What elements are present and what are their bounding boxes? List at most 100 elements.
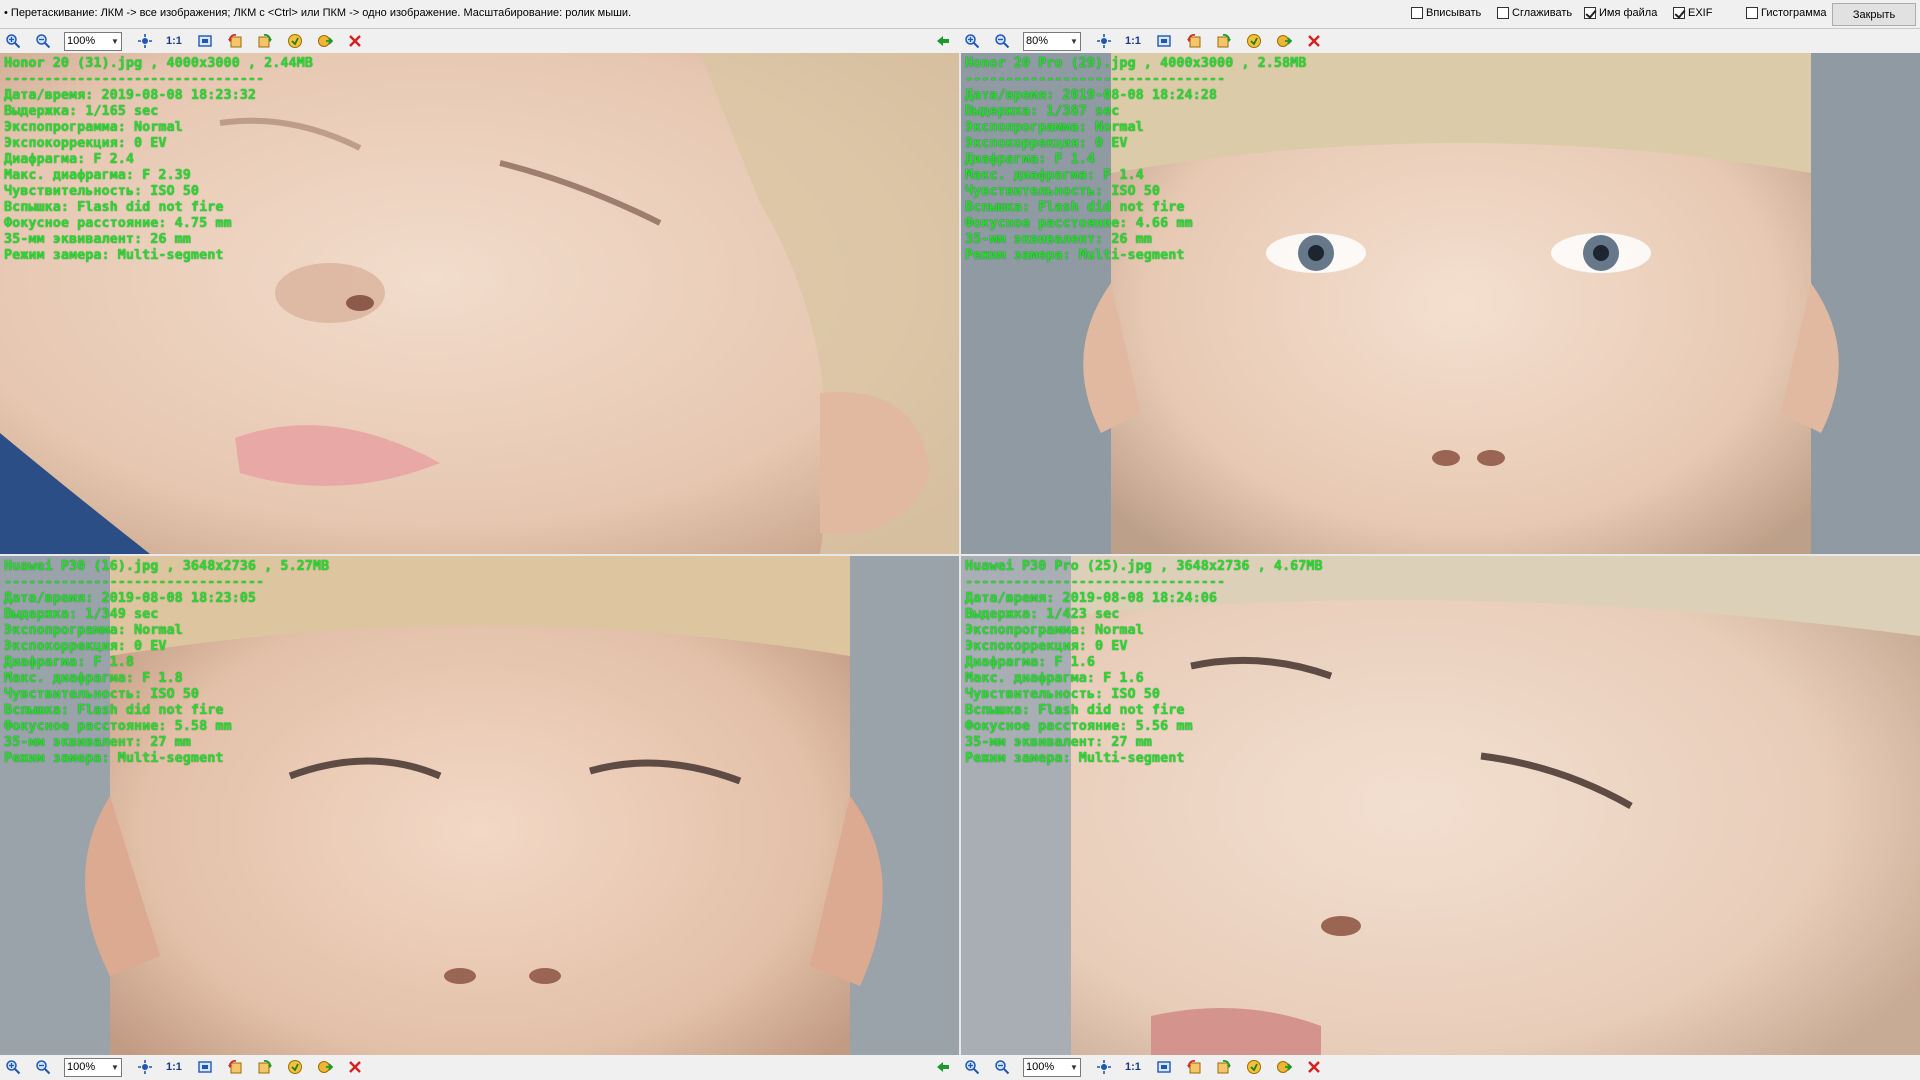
copy-icon[interactable]	[1275, 32, 1293, 50]
zoom-out-icon[interactable]	[993, 32, 1011, 50]
top-bar: • Перетаскивание: ЛКМ -> все изображения…	[0, 0, 1920, 29]
rotate-left-icon[interactable]	[226, 1058, 244, 1076]
exif-separator: --------------------------------	[4, 574, 265, 590]
save-icon[interactable]	[286, 32, 304, 50]
zoom-out-icon[interactable]	[34, 32, 52, 50]
exif-line: 35-мм эквивалент: 26 mm	[965, 231, 1152, 247]
image-pane-honor20pro[interactable]: Honor 20 Pro (29).jpg , 4000x3000 , 2.58…	[961, 53, 1920, 554]
histogram-checkbox[interactable]: Гистограмма	[1746, 7, 1827, 19]
image-pane-honor20[interactable]: Honor 20 (31).jpg , 4000x3000 , 2.44MB --…	[0, 53, 959, 554]
actual-size-button[interactable]: 1:1	[1125, 1061, 1141, 1073]
file-info-header: Huawei P30 Pro (25).jpg , 3648x2736 , 4.…	[965, 558, 1323, 574]
zoom-select[interactable]: 100% ▼	[1023, 1057, 1081, 1077]
zoom-in-icon[interactable]	[4, 1058, 22, 1076]
actual-size-button[interactable]: 1:1	[166, 35, 182, 47]
image-pane-huaweip30pro[interactable]: Huawei P30 Pro (25).jpg , 3648x2736 , 4.…	[961, 556, 1920, 1055]
filename-checkbox[interactable]: Имя файла	[1584, 7, 1657, 19]
save-icon[interactable]	[1245, 1058, 1263, 1076]
chevron-down-icon[interactable]: ▼	[1068, 1059, 1080, 1076]
exif-line: 35-мм эквивалент: 27 mm	[4, 734, 191, 750]
zoom-value: 100%	[67, 35, 96, 47]
exif-overlay: Honor 20 Pro (29).jpg , 4000x3000 , 2.58…	[965, 55, 1306, 263]
sync-arrow-icon[interactable]	[935, 1059, 951, 1075]
rotate-left-icon[interactable]	[1185, 1058, 1203, 1076]
save-icon[interactable]	[286, 1058, 304, 1076]
exif-separator: --------------------------------	[965, 71, 1226, 87]
zoom-select[interactable]: 100% ▼	[64, 31, 122, 51]
chevron-down-icon[interactable]: ▼	[109, 33, 121, 50]
exif-line: Режим замера: Multi-segment	[965, 247, 1185, 263]
exif-overlay: Honor 20 (31).jpg , 4000x3000 , 2.44MB --…	[4, 55, 313, 263]
sync-arrow-icon[interactable]	[935, 33, 951, 49]
zoom-out-icon[interactable]	[34, 1058, 52, 1076]
exif-line: Диафрагма: F 1.6	[965, 654, 1096, 670]
exif-line: Выдержка: 1/387 sec	[965, 103, 1120, 119]
fullscreen-icon[interactable]	[1155, 32, 1173, 50]
zoom-select[interactable]: 80% ▼	[1023, 31, 1081, 51]
fullscreen-icon[interactable]	[1155, 1058, 1173, 1076]
copy-icon[interactable]	[316, 1058, 334, 1076]
zoom-in-icon[interactable]	[963, 32, 981, 50]
checkbox-box[interactable]	[1411, 7, 1423, 19]
close-icon[interactable]	[1305, 1058, 1323, 1076]
exif-line: Макс. диафрагма: F 1.4	[965, 167, 1144, 183]
rotate-right-icon[interactable]	[256, 1058, 274, 1076]
exif-line: Вспышка: Flash did not fire	[4, 702, 224, 718]
fit-icon[interactable]	[1095, 1058, 1113, 1076]
close-icon[interactable]	[346, 1058, 364, 1076]
close-icon[interactable]	[1305, 32, 1323, 50]
exif-line: Экспопрограмма: Normal	[965, 119, 1144, 135]
exif-line: Вспышка: Flash did not fire	[965, 199, 1185, 215]
exif-line: Макс. диафрагма: F 1.8	[4, 670, 183, 686]
exif-line: Диафрагма: F 2.4	[4, 151, 135, 167]
checkbox-box[interactable]	[1497, 7, 1509, 19]
exif-separator: --------------------------------	[4, 71, 265, 87]
exif-line: Экспопрограмма: Normal	[4, 622, 183, 638]
rotate-right-icon[interactable]	[256, 32, 274, 50]
fit-checkbox[interactable]: Вписывать	[1411, 7, 1481, 19]
actual-size-button[interactable]: 1:1	[1125, 35, 1141, 47]
exif-line: Экспокоррекция: 0 EV	[4, 135, 167, 151]
zoom-value: 80%	[1026, 35, 1049, 47]
rotate-left-icon[interactable]	[226, 32, 244, 50]
smooth-checkbox[interactable]: Сглаживать	[1497, 7, 1572, 19]
checkbox-label: Вписывать	[1426, 7, 1482, 19]
toolbar-top-right: 80% ▼ 1:1	[963, 29, 1918, 53]
checkbox-box[interactable]	[1584, 7, 1596, 19]
fit-icon[interactable]	[136, 32, 154, 50]
copy-icon[interactable]	[1275, 1058, 1293, 1076]
rotate-right-icon[interactable]	[1215, 32, 1233, 50]
rotate-left-icon[interactable]	[1185, 32, 1203, 50]
exif-checkbox[interactable]: EXIF	[1673, 7, 1712, 19]
exif-line: Дата/время: 2019-08-08 18:23:05	[4, 590, 256, 606]
chevron-down-icon[interactable]: ▼	[1068, 33, 1080, 50]
exif-overlay: Huawei P30 Pro (25).jpg , 3648x2736 , 4.…	[965, 558, 1323, 766]
close-button[interactable]: Закрыть	[1832, 3, 1916, 26]
exif-line: Вспышка: Flash did not fire	[965, 702, 1185, 718]
exif-line: Дата/время: 2019-08-08 18:24:28	[965, 87, 1217, 103]
copy-icon[interactable]	[316, 32, 334, 50]
zoom-out-icon[interactable]	[993, 1058, 1011, 1076]
exif-line: Режим замера: Multi-segment	[965, 750, 1185, 766]
chevron-down-icon[interactable]: ▼	[109, 1059, 121, 1076]
zoom-in-icon[interactable]	[4, 32, 22, 50]
save-icon[interactable]	[1245, 32, 1263, 50]
exif-line: Фокусное расстояние: 4.66 mm	[965, 215, 1193, 231]
fit-icon[interactable]	[136, 1058, 154, 1076]
zoom-in-icon[interactable]	[963, 1058, 981, 1076]
fullscreen-icon[interactable]	[196, 32, 214, 50]
checkbox-box[interactable]	[1746, 7, 1758, 19]
file-info-header: Honor 20 (31).jpg , 4000x3000 , 2.44MB	[4, 55, 313, 71]
close-icon[interactable]	[346, 32, 364, 50]
fit-icon[interactable]	[1095, 32, 1113, 50]
image-pane-huaweip30[interactable]: Huawei P30 (16).jpg , 3648x2736 , 5.27MB…	[0, 556, 959, 1055]
rotate-right-icon[interactable]	[1215, 1058, 1233, 1076]
fullscreen-icon[interactable]	[196, 1058, 214, 1076]
toolbar-bottom-left: 100% ▼ 1:1	[4, 1055, 959, 1079]
actual-size-button[interactable]: 1:1	[166, 1061, 182, 1073]
toolbar-top-left: 100% ▼ 1:1	[4, 29, 959, 53]
zoom-select[interactable]: 100% ▼	[64, 1057, 122, 1077]
checkbox-box[interactable]	[1673, 7, 1685, 19]
horizontal-divider[interactable]	[0, 554, 1920, 556]
checkbox-label: Имя файла	[1599, 7, 1658, 19]
